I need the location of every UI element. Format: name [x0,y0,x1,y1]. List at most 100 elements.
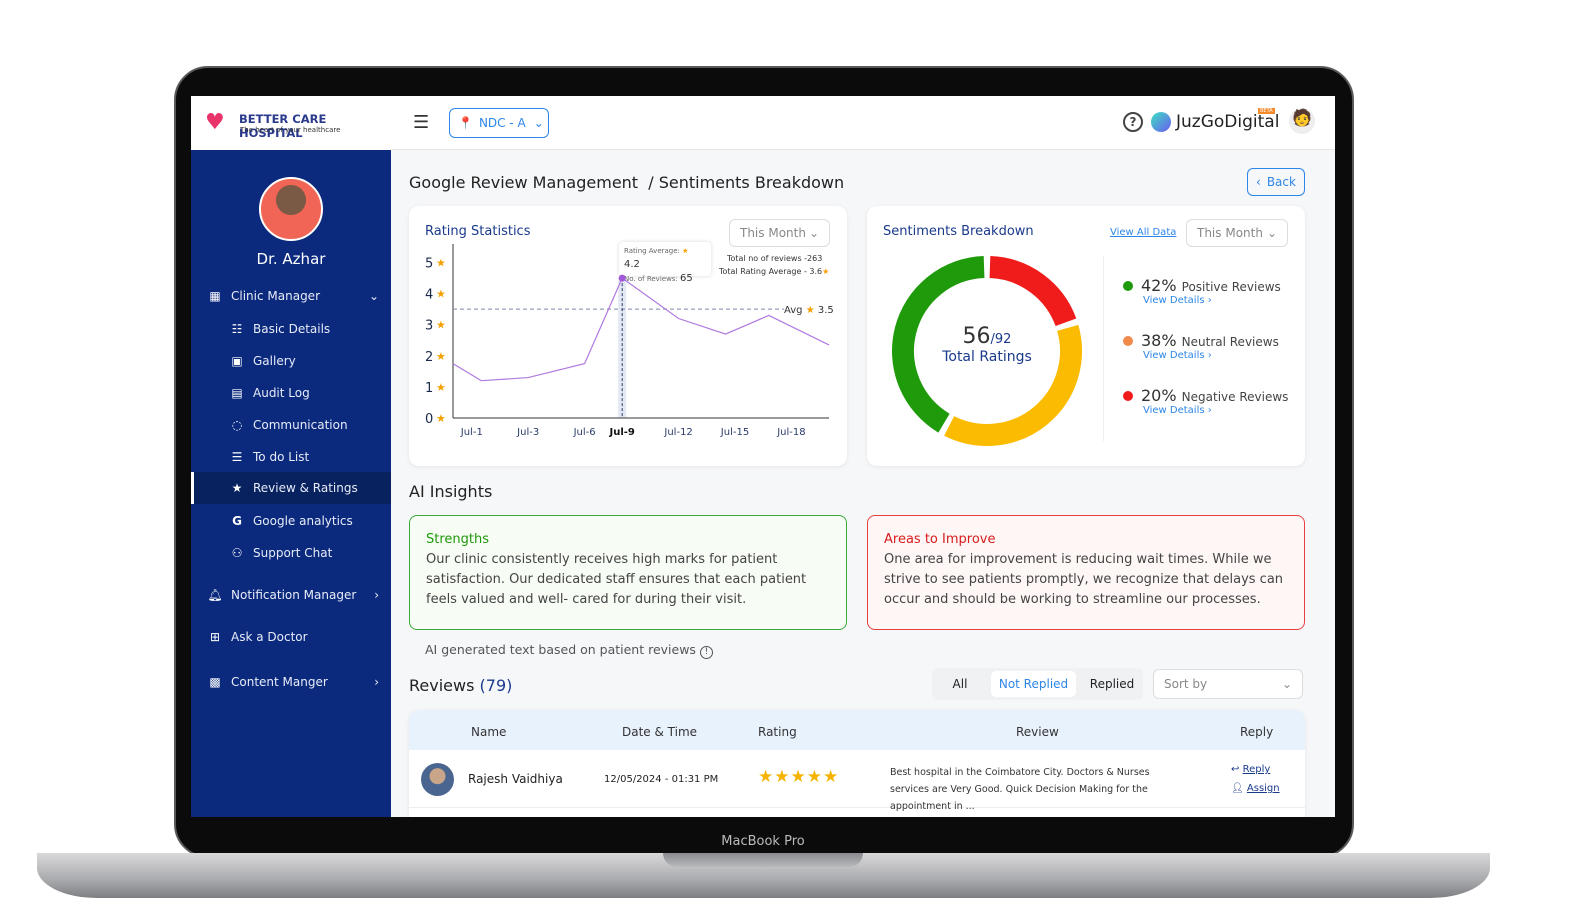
top-header: ☰ 📍 NDC - A ⌄ ? JuzGoDigital BETA 🧑 [391,96,1335,150]
view-details-link[interactable]: View Details › [1143,350,1279,361]
location-value: NDC - A [478,116,526,130]
sidebar-label: Content Manger [231,675,328,689]
sort-value: Sort by [1164,677,1208,691]
reviews-table: Name Date & Time Rating Review Reply Raj… [409,710,1305,817]
review-filter-tabs: All Not Replied Replied [932,668,1143,700]
chat-icon: ◌ [231,418,243,432]
legend-pct: 38% [1141,331,1177,350]
location-pin-icon: 📍 [458,116,473,130]
reply-link[interactable]: ↩ Reply [1231,764,1270,775]
menu-icon[interactable]: ☰ [413,112,429,133]
chevron-left-icon: ‹ [1256,175,1261,189]
x-tick-label: Jul-1 [460,427,483,438]
info-icon[interactable]: ! [699,646,713,659]
period-select[interactable]: This Month ⌄ [1186,219,1288,247]
view-all-data-link[interactable]: View All Data [1110,227,1176,238]
sidebar-label: To do List [253,450,310,464]
strengths-title: Strengths [426,532,490,547]
assign-link[interactable]: 👤︎ Assign [1231,783,1280,794]
card-title: Sentiments Breakdown [883,224,1034,239]
improve-card: Areas to Improve One area for improvemen… [867,515,1305,630]
legend-dot [1123,336,1133,346]
images-icon: ▩ [209,675,221,689]
device-label: MacBook Pro [721,834,805,849]
ai-note-text: AI generated text based on patient revie… [425,642,696,657]
view-details-link[interactable]: View Details › [1143,295,1281,306]
reviews-label: Reviews [409,676,475,695]
partner-logo-icon [1151,112,1171,132]
brand-logo[interactable]: ♥ BETTER CARE HOSPITAL The heart of your… [191,96,391,150]
reviewer-name: Rajesh Vaidhiya [468,772,563,786]
sidebar-item-basic-details[interactable]: ☷ Basic Details [191,314,391,344]
assign-user-icon: 👤︎ [1231,783,1244,794]
brand-tagline: The heart of your healthcare [240,126,341,134]
x-tick-label: Jul-12 [663,427,692,438]
sidebar-item-review-ratings[interactable]: ★ Review & Ratings [191,472,391,504]
y-tick-label: 1 [425,381,433,396]
filter-not-replied[interactable]: Not Replied [991,671,1076,697]
chevron-down-icon: ⌄ [1281,677,1292,691]
improve-text: One area for improvement is reducing wai… [884,552,1284,607]
sidebar-item-communication[interactable]: ◌ Communication [191,410,391,440]
review-text: Best hospital in the Coimbatore City. Do… [890,767,1150,812]
legend-label: Positive Reviews [1181,280,1281,294]
sidebar-item-gallery[interactable]: ▣ Gallery [191,346,391,376]
legend-item: 38% Neutral Reviews View Details › [1123,331,1279,361]
sort-select[interactable]: Sort by ⌄ [1153,669,1303,699]
sidebar-item-todo[interactable]: ☰ To do List [191,442,391,472]
doctor-name: Dr. Azhar [256,250,326,268]
col-reply: Reply [1240,725,1274,739]
star-icon: ★ [436,350,446,363]
sidebar-item-ask-doctor[interactable]: ⊞ Ask a Doctor [191,622,391,652]
list-icon: ☰ [231,450,243,464]
filter-replied[interactable]: Replied [1082,677,1142,691]
sidebar-label: Support Chat [253,546,333,560]
total-ratings-label: Total Ratings [942,349,1032,365]
plus-box-icon: ⊞ [209,630,221,644]
sidebar-item-notification-manager[interactable]: 🔔︎ Notification Manager › [191,580,391,610]
help-icon[interactable]: ? [1123,112,1143,132]
col-review: Review [1016,725,1059,739]
laptop-notch [663,853,863,867]
sidebar-label: Notification Manager [231,588,357,602]
breadcrumb: Google Review Management / Sentiments Br… [409,173,845,192]
screen: ♥ BETTER CARE HOSPITAL The heart of your… [191,96,1335,817]
chevron-down-icon: ⌄ [533,116,544,130]
chevron-down-icon: ⌄ [1266,226,1277,240]
sidebar-label: Clinic Manager [231,289,320,303]
rating-statistics-card: Rating Statistics This Month ⌄ Rating Ave… [409,206,847,466]
reviews-title: Reviews (79) [409,676,512,695]
ratings-count: 56 [962,324,991,349]
sidebar-label: Communication [253,418,348,432]
location-select[interactable]: 📍 NDC - A ⌄ [449,108,549,138]
filter-all[interactable]: All [940,677,980,691]
back-button[interactable]: ‹ Back [1247,168,1305,196]
legend-pct: 20% [1141,386,1177,405]
sidebar-item-support-chat[interactable]: ⚇ Support Chat [191,538,391,568]
sidebar-label: Gallery [253,354,296,368]
rating-series-line [452,277,830,382]
review-date: 12/05/2024 - 01:31 PM [604,774,719,785]
star-icon: ★ [436,257,446,270]
doctor-avatar [259,177,323,241]
google-icon: G [232,514,242,528]
col-name: Name [471,725,507,739]
sidebar-label: Audit Log [253,386,310,400]
sidebar-item-clinic-manager[interactable]: ▦ Clinic Manager ⌄ [191,281,391,311]
star-icon: ★ [436,412,446,425]
user-avatar[interactable]: 🧑 [1289,108,1315,134]
sidebar-item-google-analytics[interactable]: G Google analytics [191,506,391,536]
x-tick-label: Jul-3 [516,427,539,438]
view-details-link[interactable]: View Details › [1143,405,1288,416]
audit-icon: ▤ [231,386,243,400]
legend-item: 42% Positive Reviews View Details › [1123,276,1281,306]
sidebar-item-audit-log[interactable]: ▤ Audit Log [191,378,391,408]
ai-note: AI generated text based on patient revie… [425,642,713,659]
image-icon: ▣ [231,354,243,368]
reply-label: Reply [1242,764,1271,775]
col-rating: Rating [758,725,797,739]
improve-title: Areas to Improve [884,532,996,547]
sidebar-item-content-manager[interactable]: ▩ Content Manger › [191,667,391,697]
ai-insights-title: AI Insights [409,482,493,501]
beta-badge: BETA [1258,108,1275,114]
